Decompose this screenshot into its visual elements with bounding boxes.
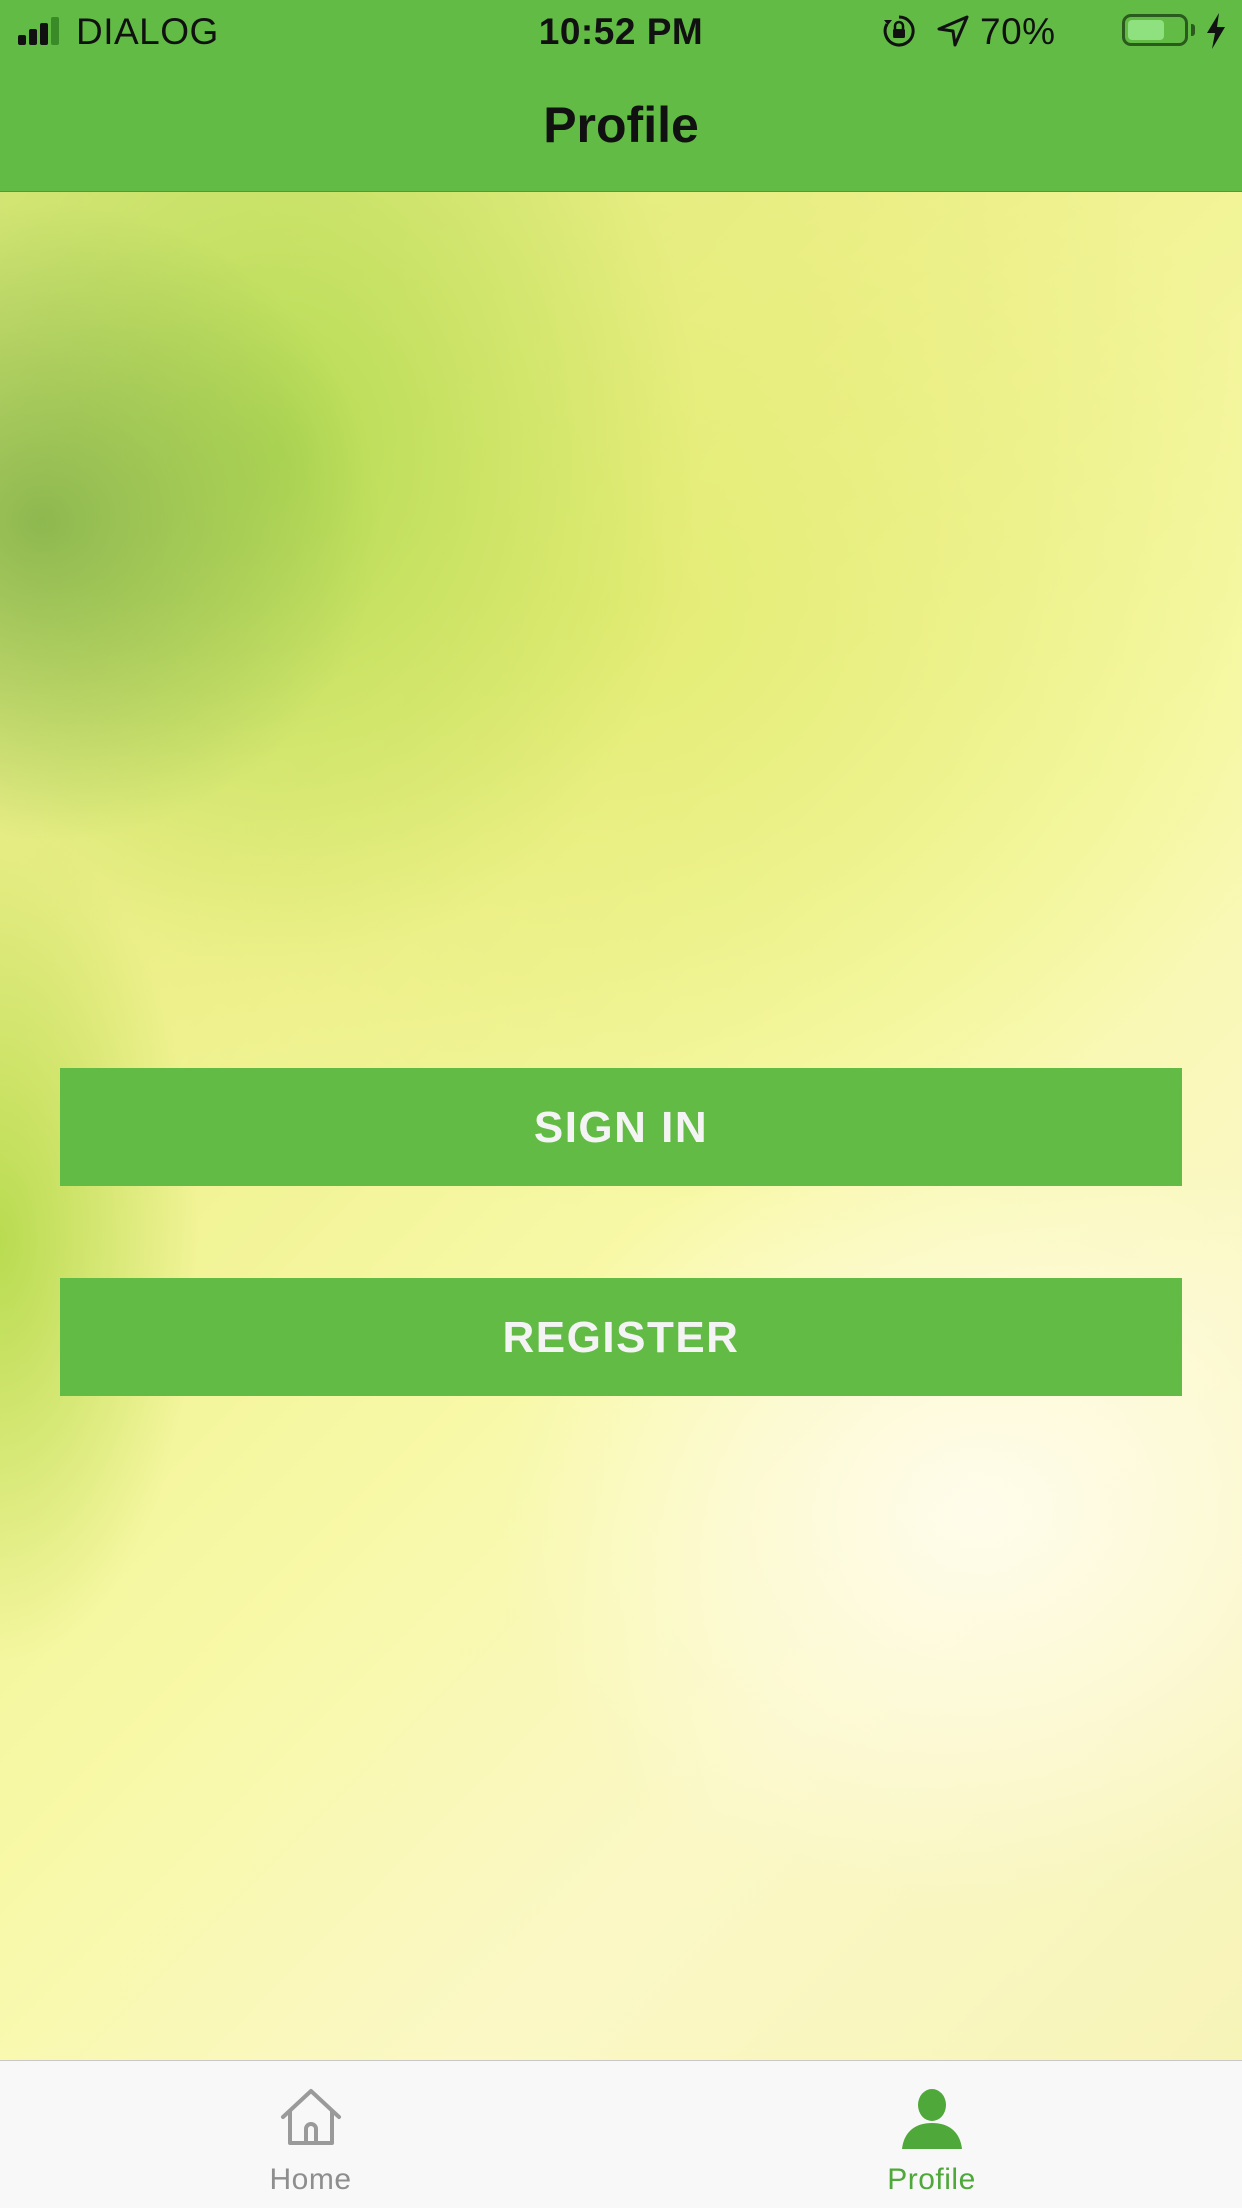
sign-in-button[interactable]: SIGN IN — [60, 1068, 1182, 1186]
location-arrow-icon — [937, 15, 969, 47]
battery-percent: 70% — [980, 11, 1056, 52]
orientation-lock-icon — [883, 15, 915, 47]
battery-icon — [1122, 14, 1188, 46]
battery-fill — [1128, 20, 1164, 40]
battery-nub — [1191, 24, 1195, 36]
profile-content: SIGN IN REGISTER — [0, 192, 1242, 2060]
tab-home[interactable]: Home — [0, 2061, 621, 2208]
user-icon — [901, 2089, 962, 2149]
app-header: DIALOG 10:52 PM 70% Profile — [0, 0, 1242, 192]
register-button[interactable]: REGISTER — [60, 1278, 1182, 1396]
tab-home-label: Home — [269, 2163, 352, 2196]
status-bar: DIALOG 10:52 PM 70% — [0, 0, 1242, 62]
profile-screen: DIALOG 10:52 PM 70% Profile SIGN IN REGI… — [0, 0, 1242, 2208]
status-indicators: 70% — [882, 0, 1242, 62]
tab-profile[interactable]: Profile — [621, 2061, 1242, 2208]
tab-profile-label: Profile — [887, 2163, 976, 2196]
charging-bolt-icon — [1207, 13, 1225, 49]
home-icon — [280, 2089, 341, 2145]
page-title: Profile — [543, 97, 699, 153]
tab-bar: Home Profile — [0, 2060, 1242, 2208]
